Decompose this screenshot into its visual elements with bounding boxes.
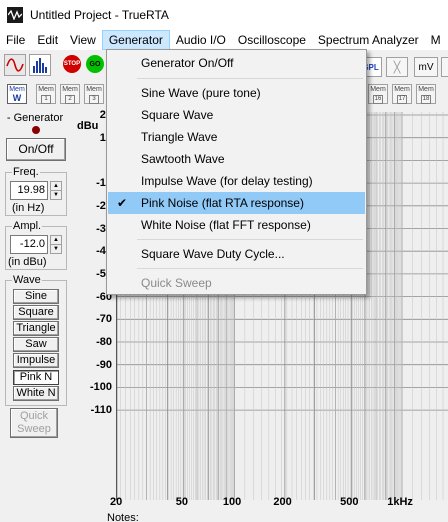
memory-slot-number: 1: [41, 95, 51, 104]
menu-generator-onoff[interactable]: Generator On/Off: [108, 52, 365, 74]
memory-slot-number: 18: [421, 95, 431, 104]
notes-label: Notes:: [107, 512, 139, 522]
frequency-label: Freq.: [12, 166, 40, 178]
menu-sine-wave[interactable]: Sine Wave (pure tone): [108, 82, 365, 104]
memory-slot-label: Mem: [370, 86, 386, 93]
sine-wave-icon: [6, 58, 24, 72]
memory-slot-label: Mem: [418, 86, 434, 93]
wave-sine-button[interactable]: Sine: [13, 289, 59, 304]
menu-square-wave[interactable]: Square Wave: [108, 104, 365, 126]
memory-slot-label: Mem: [86, 86, 102, 93]
memory-working-label: Mem: [9, 86, 25, 93]
menu-impulse-wave[interactable]: Impulse Wave (for delay testing): [108, 170, 365, 192]
memory-slot-button[interactable]: Mem 16: [368, 84, 388, 104]
memory-slot-button[interactable]: Mem 18: [416, 84, 436, 104]
menu-audio-io[interactable]: Audio I/O: [170, 30, 232, 50]
y-tick-label: -70: [96, 313, 112, 326]
generator-status-led: [32, 126, 40, 134]
memory-working-button[interactable]: Mem W: [7, 84, 27, 104]
spin-down-icon[interactable]: ▼: [51, 191, 61, 199]
wave-label: Wave: [12, 274, 42, 286]
memory-slot-button[interactable]: Mem 1: [36, 84, 56, 104]
y-tick-label: -90: [96, 358, 112, 371]
frequency-unit: (in Hz): [12, 202, 45, 214]
menu-pink-noise[interactable]: ✔ Pink Noise (flat RTA response): [108, 192, 365, 214]
wave-triangle-button[interactable]: Triangle: [13, 321, 59, 336]
x-tick-label: 20: [110, 496, 123, 508]
app-icon: [7, 7, 23, 23]
wave-saw-button[interactable]: Saw: [13, 337, 59, 352]
menu-file[interactable]: File: [0, 30, 31, 50]
x-tick-label: 50: [175, 496, 189, 508]
x-tick-label: 500: [340, 496, 359, 508]
menu-pink-noise-label: Pink Noise (flat RTA response): [141, 196, 304, 210]
menu-square-duty-cycle[interactable]: Square Wave Duty Cycle...: [108, 243, 365, 265]
menu-separator: [137, 239, 363, 240]
frequency-input[interactable]: 19.98: [10, 181, 48, 200]
generator-menu: Generator On/Off Sine Wave (pure tone) S…: [106, 49, 367, 295]
wave-white-noise-button[interactable]: White N: [13, 386, 59, 401]
x-tick-label: 200: [273, 496, 292, 508]
generator-panel: - Generator - On/Off Freq. 19.98 ▲ ▼ (in…: [2, 110, 68, 522]
menu-separator: [137, 78, 363, 79]
memory-working-sub: W: [12, 93, 22, 103]
menu-white-noise[interactable]: White Noise (flat FFT response): [108, 214, 365, 236]
menu-edit[interactable]: Edit: [31, 30, 64, 50]
memory-slot-number: 16: [373, 95, 383, 104]
stop-button[interactable]: STOP: [63, 55, 81, 73]
amplitude-input[interactable]: -12.0: [10, 235, 48, 254]
memory-slot-label: Mem: [62, 86, 78, 93]
spin-up-icon[interactable]: ▲: [51, 182, 61, 191]
memory-slot-button[interactable]: Mem 3: [84, 84, 104, 104]
y-tick-label: -100: [89, 381, 112, 394]
memory-slot-label: Mem: [394, 86, 410, 93]
quick-sweep-button[interactable]: Quick Sweep: [10, 408, 58, 438]
wave-pink-noise-button[interactable]: Pink N: [13, 370, 59, 385]
menu-triangle-wave[interactable]: Triangle Wave: [108, 126, 365, 148]
menu-generator[interactable]: Generator: [101, 30, 170, 50]
generator-onoff-button[interactable]: On/Off: [6, 138, 66, 161]
window-title: Untitled Project - TrueRTA: [30, 8, 169, 22]
quick-sweep-label-line1: Quick: [19, 410, 49, 422]
go-button[interactable]: GO: [86, 55, 104, 73]
close-x-button[interactable]: ╳: [386, 57, 408, 77]
x-tick-label: 100: [222, 496, 242, 508]
mv-units-button[interactable]: mV: [414, 57, 438, 77]
units-dropdown-button[interactable]: [441, 57, 448, 77]
memory-slot-number: 2: [65, 95, 75, 104]
frequency-spinner[interactable]: ▲ ▼: [50, 181, 62, 200]
menu-view[interactable]: View: [64, 30, 102, 50]
x-tick-label: 1kHz: [387, 496, 413, 508]
wave-impulse-button[interactable]: Impulse: [13, 353, 59, 368]
menu-bar: File Edit View Generator Audio I/O Oscil…: [0, 30, 448, 50]
y-tick-label: -80: [96, 336, 112, 348]
memory-slot-label: Mem: [38, 86, 54, 93]
menu-oscilloscope[interactable]: Oscilloscope: [232, 30, 312, 50]
rta-bars-icon: [33, 58, 47, 73]
menu-separator: [137, 268, 363, 269]
memory-slot-number: 3: [89, 95, 99, 104]
menu-spectrum-analyzer[interactable]: Spectrum Analyzer: [312, 30, 425, 50]
y-axis-unit: dBu: [77, 120, 99, 132]
amplitude-unit: (in dBu): [8, 256, 47, 268]
menu-sawtooth-wave[interactable]: Sawtooth Wave: [108, 148, 365, 170]
truerta-window: Untitled Project - TrueRTA File Edit Vie…: [0, 0, 448, 522]
oscilloscope-mode-button[interactable]: [4, 54, 26, 76]
menu-more[interactable]: M: [425, 30, 447, 50]
rta-mode-button[interactable]: [29, 54, 51, 76]
memory-slot-button[interactable]: Mem 2: [60, 84, 80, 104]
spin-up-icon[interactable]: ▲: [51, 236, 61, 245]
spin-down-icon[interactable]: ▼: [51, 245, 61, 253]
y-tick-label: -110: [90, 404, 112, 417]
title-bar: Untitled Project - TrueRTA: [0, 0, 448, 30]
memory-slot-button[interactable]: Mem 17: [392, 84, 412, 104]
quick-sweep-label-line2: Sweep: [17, 423, 51, 435]
amplitude-label: Ampl.: [12, 220, 43, 232]
amplitude-spinner[interactable]: ▲ ▼: [50, 235, 62, 254]
memory-slot-number: 17: [397, 95, 407, 104]
checkmark-icon: ✔: [117, 196, 128, 210]
menu-quick-sweep[interactable]: Quick Sweep: [108, 272, 365, 294]
wave-square-button[interactable]: Square: [13, 305, 59, 320]
